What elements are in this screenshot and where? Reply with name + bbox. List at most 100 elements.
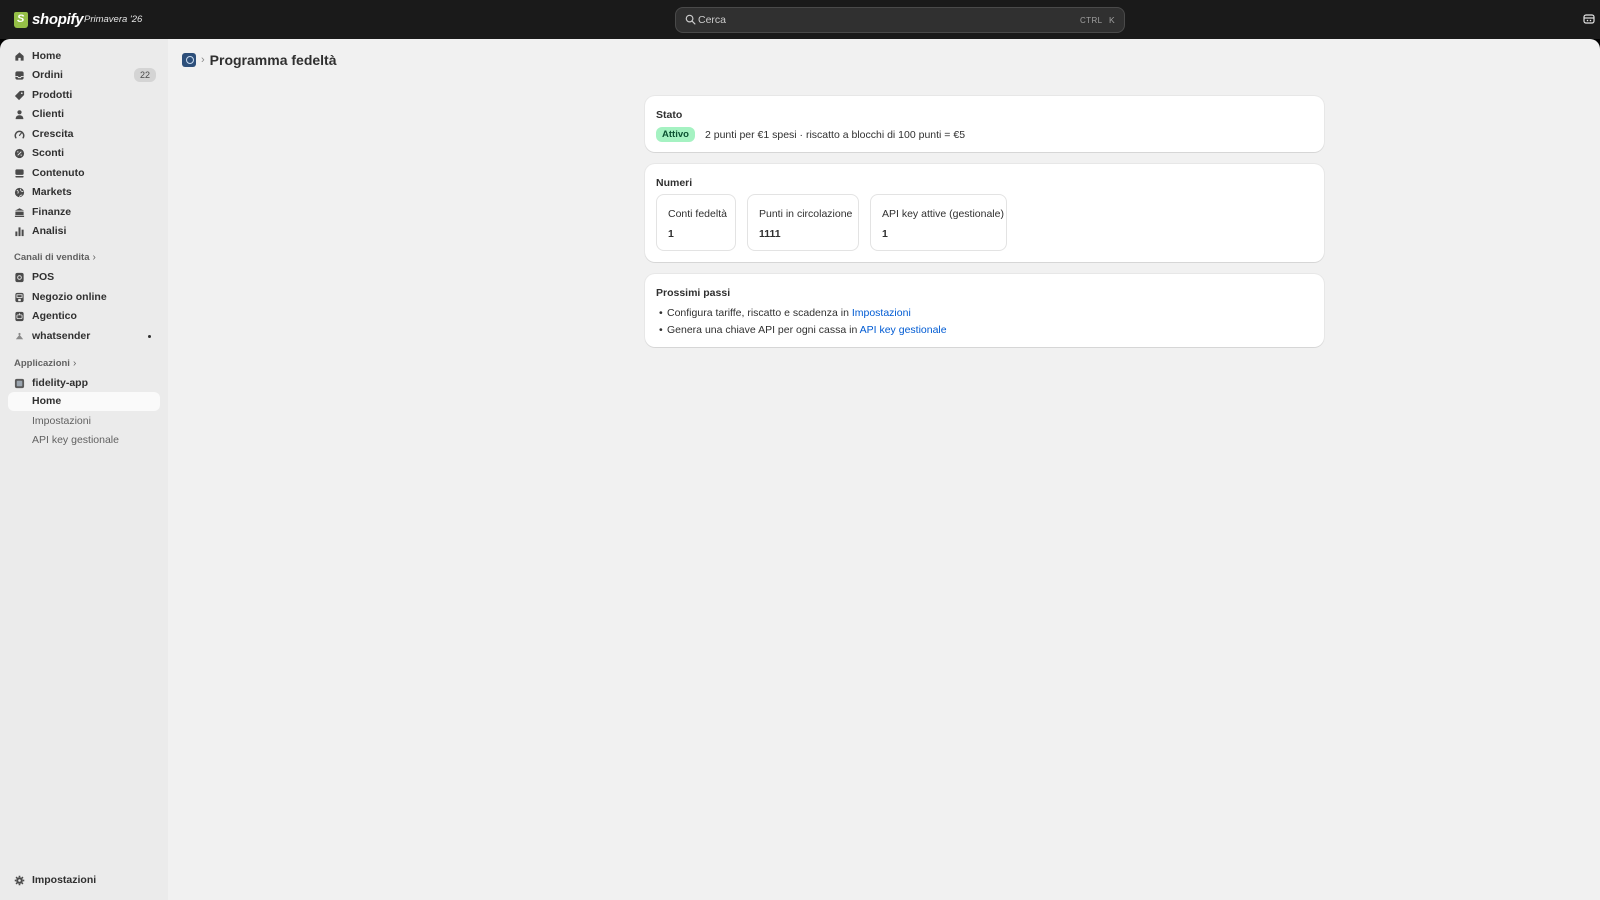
- sidebar-item-markets[interactable]: Markets: [8, 183, 160, 202]
- sidebar-item-home[interactable]: Home: [8, 47, 160, 66]
- status-card: Stato Attivo 2 punti per €1 spesi · risc…: [645, 96, 1324, 152]
- search-icon: [685, 14, 696, 25]
- chevron-right-icon: ›: [201, 54, 205, 66]
- app-icon: [15, 332, 24, 340]
- sidebar-subitem-label: Impostazioni: [32, 415, 91, 427]
- breadcrumb: › Programma fedeltà: [182, 52, 337, 68]
- bullet: •: [659, 307, 663, 319]
- sidebar-item-label: Agentico: [32, 310, 77, 322]
- chevron-right-icon: ›: [72, 358, 77, 369]
- metric-value: 1: [882, 228, 888, 240]
- search-bar[interactable]: Cerca CTRL K: [675, 7, 1125, 33]
- search-placeholder: Cerca: [698, 14, 727, 26]
- sidebar-item-label: Ordini: [32, 69, 63, 81]
- sidebar-item-contenuto[interactable]: Contenuto: [8, 164, 160, 183]
- sidebar-item-label: Negozio online: [32, 291, 107, 303]
- sidebar-item-label: fidelity-app: [32, 377, 89, 389]
- metric-value: 1: [668, 228, 674, 240]
- metric-label: API key attive (gestionale): [882, 208, 1004, 220]
- sidebar-item-label: Home: [32, 50, 62, 62]
- sidebar-item-label: Crescita: [32, 128, 74, 140]
- page-title: Programma fedeltà: [209, 52, 337, 68]
- list-item: • Configura tariffe, riscatto e scadenza …: [659, 307, 911, 319]
- sidebar-item-whatsender[interactable]: whatsender: [8, 327, 160, 346]
- shopify-bag-icon: [14, 11, 28, 28]
- sidebar-item-label: Impostazioni: [32, 874, 97, 886]
- sidebar-item-label: Finanze: [32, 206, 72, 218]
- metric-value: 1111: [759, 228, 781, 240]
- sidebar-item-pos[interactable]: POS: [8, 268, 160, 287]
- fidelity-app-icon[interactable]: [182, 53, 196, 67]
- sales-channels-label: Canali di vendita: [14, 252, 90, 263]
- sidebar-item-label: Contenuto: [32, 167, 85, 179]
- store-profile-icon[interactable]: [1583, 13, 1595, 25]
- metric-punti-circolazione: Punti in circolazione 1111: [747, 194, 859, 251]
- apps-label: Applicazioni: [14, 358, 70, 369]
- step-text: Genera una chiave API per ogni cassa in: [667, 324, 860, 336]
- sidebar: Home Ordini 22 Prodotti Clienti Crescita…: [0, 39, 168, 900]
- fidelity-app-icon: [14, 378, 25, 389]
- bar-chart-icon: [15, 227, 24, 237]
- sidebar-item-finanze[interactable]: Finanze: [8, 203, 160, 222]
- sidebar-item-fidelity-app[interactable]: fidelity-app: [8, 374, 160, 393]
- globe-icon: [14, 187, 25, 198]
- sidebar-item-agentico[interactable]: Agentico: [8, 307, 160, 326]
- sidebar-item-label: Sconti: [32, 147, 65, 159]
- sidebar-subitem-label: Home: [32, 395, 62, 407]
- inbox-icon: [15, 71, 24, 80]
- orders-count-badge: 22: [133, 68, 156, 82]
- sidebar-item-analisi[interactable]: Analisi: [8, 222, 160, 241]
- sales-channels-header[interactable]: Canali di vendita ›: [14, 252, 96, 263]
- sidebar-item-negozio-online[interactable]: Negozio online: [8, 288, 160, 307]
- shortcut-key: K: [1109, 15, 1115, 25]
- main-content: › Programma fedeltà Stato Attivo 2 punti…: [168, 39, 1600, 900]
- metric-conti-fedelta: Conti fedeltà 1: [656, 194, 736, 251]
- shopify-logo[interactable]: shopify: [14, 11, 84, 28]
- more-options-icon[interactable]: [148, 335, 151, 338]
- top-bar: shopify Primavera '26 Cerca CTRL K: [0, 0, 1600, 39]
- sidebar-item-label: Markets: [32, 186, 72, 198]
- sidebar-item-ordini[interactable]: Ordini 22: [8, 66, 160, 85]
- edition-label: Primavera '26: [84, 14, 143, 25]
- status-description: 2 punti per €1 spesi · riscatto a blocch…: [705, 129, 966, 141]
- list-item: • Genera una chiave API per ogni cassa in…: [659, 324, 947, 336]
- numbers-card-title: Numeri: [656, 177, 693, 189]
- sidebar-item-label: Prodotti: [32, 89, 73, 101]
- impostazioni-link[interactable]: Impostazioni: [852, 307, 911, 319]
- sidebar-subitem-api-key[interactable]: API key gestionale: [8, 431, 160, 450]
- metric-label: Punti in circolazione: [759, 208, 853, 220]
- agent-icon: [15, 311, 24, 322]
- sidebar-item-label: Clienti: [32, 108, 65, 120]
- sidebar-item-label: whatsender: [32, 330, 91, 342]
- sidebar-subitem-impostazioni[interactable]: Impostazioni: [8, 412, 160, 431]
- home-icon: [15, 52, 24, 61]
- content-icon: [15, 169, 24, 178]
- sidebar-item-prodotti[interactable]: Prodotti: [8, 86, 160, 105]
- sidebar-item-sconti[interactable]: Sconti: [8, 144, 160, 163]
- discount-icon: [14, 148, 25, 159]
- bullet: •: [659, 324, 663, 336]
- sidebar-item-label: Analisi: [32, 225, 67, 237]
- chevron-right-icon: ›: [92, 252, 96, 263]
- next-steps-card: Prossimi passi • Configura tariffe, risca…: [645, 274, 1324, 347]
- sidebar-item-crescita[interactable]: Crescita: [8, 125, 160, 144]
- bank-icon: [14, 208, 25, 217]
- status-card-title: Stato: [656, 109, 683, 121]
- sidebar-item-clienti[interactable]: Clienti: [8, 105, 160, 124]
- metric-label: Conti fedeltà: [668, 208, 727, 220]
- tag-icon: [14, 90, 25, 101]
- api-key-gestionale-link[interactable]: API key gestionale: [860, 324, 947, 336]
- step-text: Configura tariffe, riscatto e scadenza i…: [667, 307, 852, 319]
- sidebar-item-label: POS: [32, 271, 55, 283]
- gear-icon: [14, 875, 25, 886]
- store-icon: [15, 292, 24, 303]
- sidebar-subitem-home[interactable]: Home: [8, 392, 160, 411]
- shortcut-modifier: CTRL: [1080, 16, 1103, 25]
- sidebar-item-settings[interactable]: Impostazioni: [8, 871, 160, 890]
- apps-header[interactable]: Applicazioni ›: [14, 358, 76, 369]
- person-icon: [15, 110, 24, 120]
- next-steps-card-title: Prossimi passi: [656, 287, 731, 299]
- status-badge: Attivo: [656, 127, 695, 142]
- pos-icon: [15, 272, 24, 283]
- brand-wordmark: shopify: [32, 11, 84, 28]
